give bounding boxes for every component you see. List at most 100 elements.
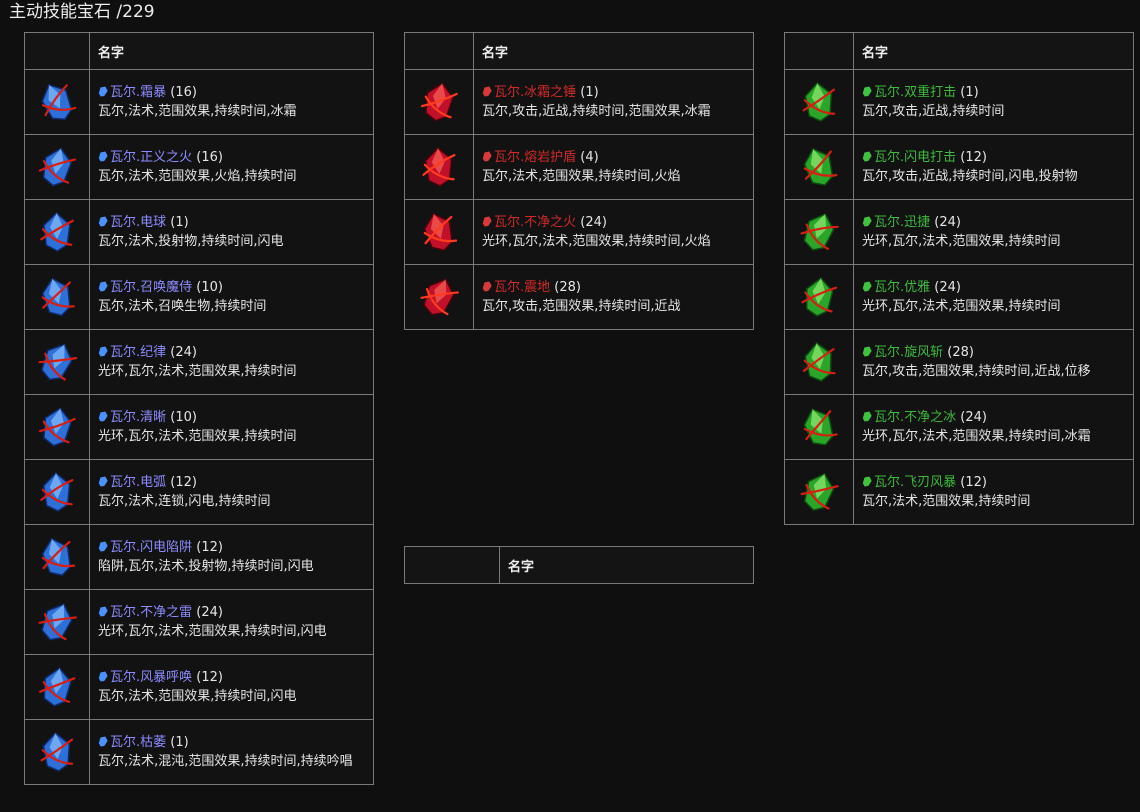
gem-level: (4): [580, 150, 599, 165]
summon-phantasm-gem-icon[interactable]: [24, 264, 90, 330]
gem-name-link[interactable]: 瓦尔.优雅: [874, 280, 930, 295]
gem-name-link[interactable]: 瓦尔.双重打击: [874, 85, 956, 100]
gem-small-icon: [862, 476, 872, 487]
gem-name-link[interactable]: 瓦尔.飞刃风暴: [874, 475, 956, 490]
gem-info-cell: 瓦尔.旋风斩 (28) 瓦尔,攻击,范围效果,持续时间,近战,位移: [853, 329, 1134, 395]
gem-name-link[interactable]: 瓦尔.纪律: [110, 345, 166, 360]
name-column-header[interactable]: 名字: [89, 32, 374, 70]
gem-level: (1): [580, 85, 599, 100]
gem-info-cell: 瓦尔.不净之冰 (24) 光环,瓦尔,法术,范围效果,持续时间,冰霜: [853, 394, 1134, 460]
haste-gem-icon[interactable]: [784, 199, 854, 265]
gem-row: 瓦尔.清晰 (10) 光环,瓦尔,法术,范围效果,持续时间: [24, 394, 374, 460]
gem-name-line: 瓦尔.闪电陷阱 (12): [98, 538, 367, 557]
gem-small-icon: [862, 216, 872, 227]
gem-name-link[interactable]: 瓦尔.清晰: [110, 410, 166, 425]
gem-name-line: 瓦尔.召唤魔侍 (10): [98, 278, 367, 297]
gem-small-icon: [482, 151, 492, 162]
impurity-of-ice-gem-icon[interactable]: [784, 394, 854, 460]
gem-name-link[interactable]: 瓦尔.冰霜之锤: [494, 85, 576, 100]
lightning-strike-gem-icon[interactable]: [784, 134, 854, 200]
table-header-row: 名字: [404, 546, 754, 584]
gem-tags: 瓦尔,法术,范围效果,持续时间,火焰: [482, 169, 681, 184]
gem-name-link[interactable]: 瓦尔.闪电陷阱: [110, 540, 192, 555]
name-column-header[interactable]: 名字: [499, 546, 754, 584]
gem-level: (24): [580, 215, 607, 230]
gem-level: (16): [196, 150, 223, 165]
gem-level: (12): [960, 475, 987, 490]
righteous-fire-gem-icon[interactable]: [24, 134, 90, 200]
gem-name-link[interactable]: 瓦尔.正义之火: [110, 150, 192, 165]
gem-row: 瓦尔.召唤魔侍 (10) 瓦尔,法术,召唤生物,持续时间: [24, 264, 374, 330]
gem-level: (24): [934, 280, 961, 295]
discipline-gem-icon[interactable]: [24, 329, 90, 395]
gem-tags: 光环,瓦尔,法术,范围效果,持续时间,火焰: [482, 234, 711, 249]
gem-name-link[interactable]: 瓦尔.电球: [110, 215, 166, 230]
gem-level: (28): [947, 345, 974, 360]
table-header-row: 名字: [404, 32, 754, 70]
gem-name-link[interactable]: 瓦尔.霜暴: [110, 85, 166, 100]
gem-small-icon: [98, 411, 108, 422]
gem-name-line: 瓦尔.不净之雷 (24): [98, 603, 367, 622]
gem-name-link[interactable]: 瓦尔.闪电打击: [874, 150, 956, 165]
gem-small-icon: [98, 736, 108, 747]
gem-small-icon: [98, 86, 108, 97]
icon-column-header: [24, 32, 90, 70]
grace-gem-icon[interactable]: [784, 264, 854, 330]
gem-name-link[interactable]: 瓦尔.旋风斩: [874, 345, 943, 360]
gem-name-link[interactable]: 瓦尔.电弧: [110, 475, 166, 490]
name-column-header[interactable]: 名字: [473, 32, 754, 70]
gem-name-line: 瓦尔.震地 (28): [482, 278, 747, 297]
gem-small-icon: [98, 151, 108, 162]
gem-row: 瓦尔.不净之冰 (24) 光环,瓦尔,法术,范围效果,持续时间,冰霜: [784, 394, 1134, 460]
gem-name-link[interactable]: 瓦尔.风暴呼唤: [110, 670, 192, 685]
blade-vortex-gem-icon[interactable]: [784, 459, 854, 525]
gem-name-line: 瓦尔.闪电打击 (12): [862, 148, 1127, 167]
gem-tags: 瓦尔,攻击,范围效果,持续时间,近战,位移: [862, 364, 1091, 379]
gem-small-icon: [98, 671, 108, 682]
gem-name-link[interactable]: 瓦尔.不净之冰: [874, 410, 956, 425]
double-strike-gem-icon[interactable]: [784, 69, 854, 135]
gem-name-line: 瓦尔.熔岩护盾 (4): [482, 148, 747, 167]
lightning-trap-gem-icon[interactable]: [24, 524, 90, 590]
gem-small-icon: [482, 216, 492, 227]
impurity-of-lightning-gem-icon[interactable]: [24, 589, 90, 655]
gem-info-cell: 瓦尔.闪电陷阱 (12) 陷阱,瓦尔,法术,投射物,持续时间,闪电: [89, 524, 374, 590]
storm-call-gem-icon[interactable]: [24, 654, 90, 720]
gem-row: 瓦尔.优雅 (24) 光环,瓦尔,法术,范围效果,持续时间: [784, 264, 1134, 330]
frost-storm-gem-icon[interactable]: [24, 69, 90, 135]
gem-small-icon: [482, 86, 492, 97]
gem-small-icon: [482, 281, 492, 292]
gem-small-icon: [98, 281, 108, 292]
gem-name-link[interactable]: 瓦尔.迅捷: [874, 215, 930, 230]
page-title: 主动技能宝石 /229: [9, 2, 155, 22]
gem-level: (12): [196, 540, 223, 555]
blight-gem-icon[interactable]: [24, 719, 90, 785]
gem-name-link[interactable]: 瓦尔.熔岩护盾: [494, 150, 576, 165]
arc-gem-icon[interactable]: [24, 459, 90, 525]
gem-row: 瓦尔.正义之火 (16) 瓦尔,法术,范围效果,火焰,持续时间: [24, 134, 374, 200]
clarity-gem-icon[interactable]: [24, 394, 90, 460]
gem-small-icon: [98, 346, 108, 357]
name-column-header[interactable]: 名字: [853, 32, 1134, 70]
gem-small-icon: [862, 151, 872, 162]
gem-name-link[interactable]: 瓦尔.不净之火: [494, 215, 576, 230]
gem-info-cell: 瓦尔.震地 (28) 瓦尔,攻击,范围效果,持续时间,近战: [473, 264, 754, 330]
ball-lightning-gem-icon[interactable]: [24, 199, 90, 265]
gem-name-link[interactable]: 瓦尔.召唤魔侍: [110, 280, 192, 295]
gem-level: (12): [196, 670, 223, 685]
ground-slam-gem-icon[interactable]: [404, 264, 474, 330]
gem-name-line: 瓦尔.正义之火 (16): [98, 148, 367, 167]
gem-info-cell: 瓦尔.霜暴 (16) 瓦尔,法术,范围效果,持续时间,冰霜: [89, 69, 374, 135]
gem-small-icon: [862, 86, 872, 97]
impurity-of-fire-gem-icon[interactable]: [404, 199, 474, 265]
gem-info-cell: 瓦尔.熔岩护盾 (4) 瓦尔,法术,范围效果,持续时间,火焰: [473, 134, 754, 200]
gem-name-line: 瓦尔.优雅 (24): [862, 278, 1127, 297]
molten-shell-gem-icon[interactable]: [404, 134, 474, 200]
cyclone-gem-icon[interactable]: [784, 329, 854, 395]
gem-name-link[interactable]: 瓦尔.震地: [494, 280, 550, 295]
gem-name-link[interactable]: 瓦尔.不净之雷: [110, 605, 192, 620]
gem-level: (1): [960, 85, 979, 100]
glacial-hammer-gem-icon[interactable]: [404, 69, 474, 135]
gem-name-link[interactable]: 瓦尔.枯萎: [110, 735, 166, 750]
gem-info-cell: 瓦尔.不净之火 (24) 光环,瓦尔,法术,范围效果,持续时间,火焰: [473, 199, 754, 265]
